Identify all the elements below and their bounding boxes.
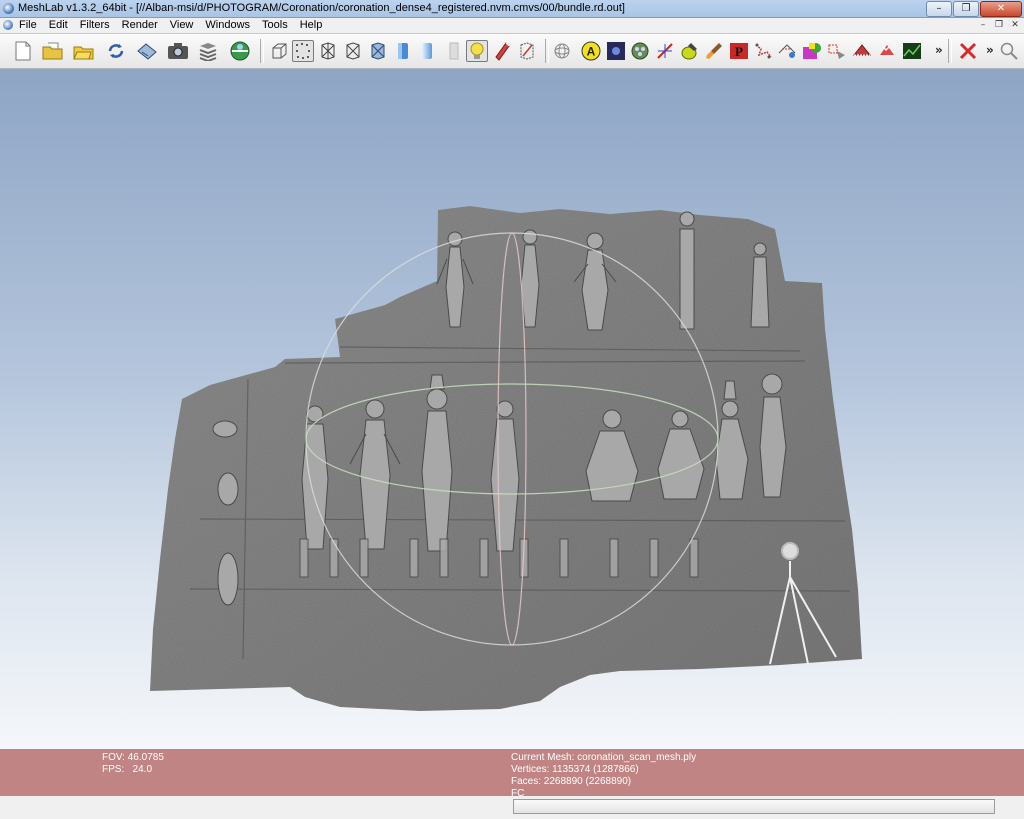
bounding-box-icon[interactable] bbox=[268, 40, 290, 62]
close-button[interactable]: ✕ bbox=[980, 1, 1022, 17]
fov-readout: FOV: 46.0785 bbox=[102, 752, 164, 763]
restore-button[interactable]: ❐ bbox=[953, 1, 979, 17]
backface-culling-icon[interactable] bbox=[516, 40, 538, 62]
menu-windows[interactable]: Windows bbox=[205, 19, 256, 31]
mdi-restore-button[interactable]: ❐ bbox=[992, 19, 1006, 31]
paint-brush-icon[interactable] bbox=[703, 40, 725, 62]
smooth-shading-icon[interactable] bbox=[416, 40, 438, 62]
trackball-icon[interactable] bbox=[551, 40, 573, 62]
flat-lines-icon[interactable] bbox=[367, 40, 389, 62]
svg-text:A: A bbox=[587, 45, 596, 59]
toolbar-more-chevron[interactable]: » bbox=[935, 43, 943, 57]
select-connected-icon[interactable] bbox=[851, 40, 873, 62]
window-controls: – ❐ ✕ bbox=[926, 1, 1022, 17]
minimize-button[interactable]: – bbox=[926, 1, 952, 17]
texture-icon[interactable] bbox=[443, 40, 465, 62]
svg-text:P: P bbox=[735, 44, 743, 59]
document-icon[interactable] bbox=[3, 20, 13, 30]
info-panel: FOV: 46.0785 FPS: 24.0 Current Mesh: cor… bbox=[0, 749, 1024, 799]
import-mesh-icon[interactable] bbox=[73, 40, 95, 62]
pickpoints-icon[interactable]: P bbox=[728, 40, 750, 62]
menu-filters[interactable]: Filters bbox=[80, 19, 116, 31]
layers-icon[interactable] bbox=[197, 40, 219, 62]
delete-icon[interactable] bbox=[957, 40, 979, 62]
new-project-icon[interactable] bbox=[12, 40, 34, 62]
faces-count: Faces: 2268890 (2268890) bbox=[511, 776, 632, 787]
search-icon[interactable] bbox=[998, 40, 1020, 62]
menu-bar: File Edit Filters Render View Windows To… bbox=[0, 18, 1024, 34]
menu-render[interactable]: Render bbox=[122, 19, 164, 31]
manipulator-icon[interactable] bbox=[776, 40, 798, 62]
window-titlebar: MeshLab v1.3.2_64bit - [//Alban-msi/d/PH… bbox=[0, 0, 1024, 18]
menu-edit[interactable]: Edit bbox=[49, 19, 74, 31]
vertices-count: Vertices: 1135374 (1287866) bbox=[511, 764, 639, 775]
menu-help[interactable]: Help bbox=[300, 19, 329, 31]
z-painting-icon[interactable] bbox=[876, 40, 898, 62]
reload-icon[interactable] bbox=[105, 40, 127, 62]
raster-align-icon[interactable] bbox=[605, 40, 627, 62]
wireframe-icon[interactable] bbox=[317, 40, 339, 62]
progress-bar bbox=[513, 799, 995, 814]
mesh-render bbox=[150, 206, 862, 711]
mdi-close-button[interactable]: ✕ bbox=[1008, 19, 1022, 31]
menu-tools[interactable]: Tools bbox=[262, 19, 294, 31]
quality-mapper-icon[interactable] bbox=[901, 40, 923, 62]
toolbar-separator bbox=[545, 39, 549, 63]
window-title: MeshLab v1.3.2_64bit - [//Alban-msi/d/PH… bbox=[18, 2, 625, 14]
snapshot-icon[interactable] bbox=[167, 40, 189, 62]
toolbar-separator bbox=[948, 39, 952, 63]
fps-readout: FPS: 24.0 bbox=[102, 764, 153, 775]
current-mesh-label: Current Mesh: coronation_scan_mesh.ply bbox=[511, 752, 697, 763]
toolbar-separator bbox=[260, 39, 264, 63]
light-bulb-icon[interactable] bbox=[466, 40, 488, 62]
mutual-info-icon[interactable] bbox=[801, 40, 823, 62]
3d-viewport[interactable] bbox=[0, 69, 1024, 749]
flat-shading-icon[interactable] bbox=[392, 40, 414, 62]
points-render-icon[interactable] bbox=[292, 40, 314, 62]
export-mesh-icon[interactable] bbox=[136, 40, 158, 62]
status-bar bbox=[0, 796, 1024, 819]
measure-tool-icon[interactable] bbox=[654, 40, 676, 62]
menu-file[interactable]: File bbox=[19, 19, 43, 31]
color-paint-icon[interactable] bbox=[629, 40, 651, 62]
main-toolbar: A P » » bbox=[0, 34, 1024, 69]
open-project-icon[interactable] bbox=[42, 40, 64, 62]
toolbar-more-chevron[interactable]: » bbox=[986, 43, 994, 57]
meshlab-app-icon bbox=[3, 3, 14, 14]
mdi-minimize-button[interactable]: – bbox=[976, 19, 990, 31]
double-side-lighting-icon[interactable] bbox=[491, 40, 513, 62]
select-faces-icon[interactable] bbox=[826, 40, 848, 62]
align-tool-icon[interactable] bbox=[752, 40, 774, 62]
hidden-lines-icon[interactable] bbox=[342, 40, 364, 62]
menu-view[interactable]: View bbox=[170, 19, 200, 31]
select-vertices-icon[interactable] bbox=[678, 40, 700, 62]
annotation-icon[interactable]: A bbox=[580, 40, 602, 62]
raster-layer-icon[interactable] bbox=[229, 40, 251, 62]
